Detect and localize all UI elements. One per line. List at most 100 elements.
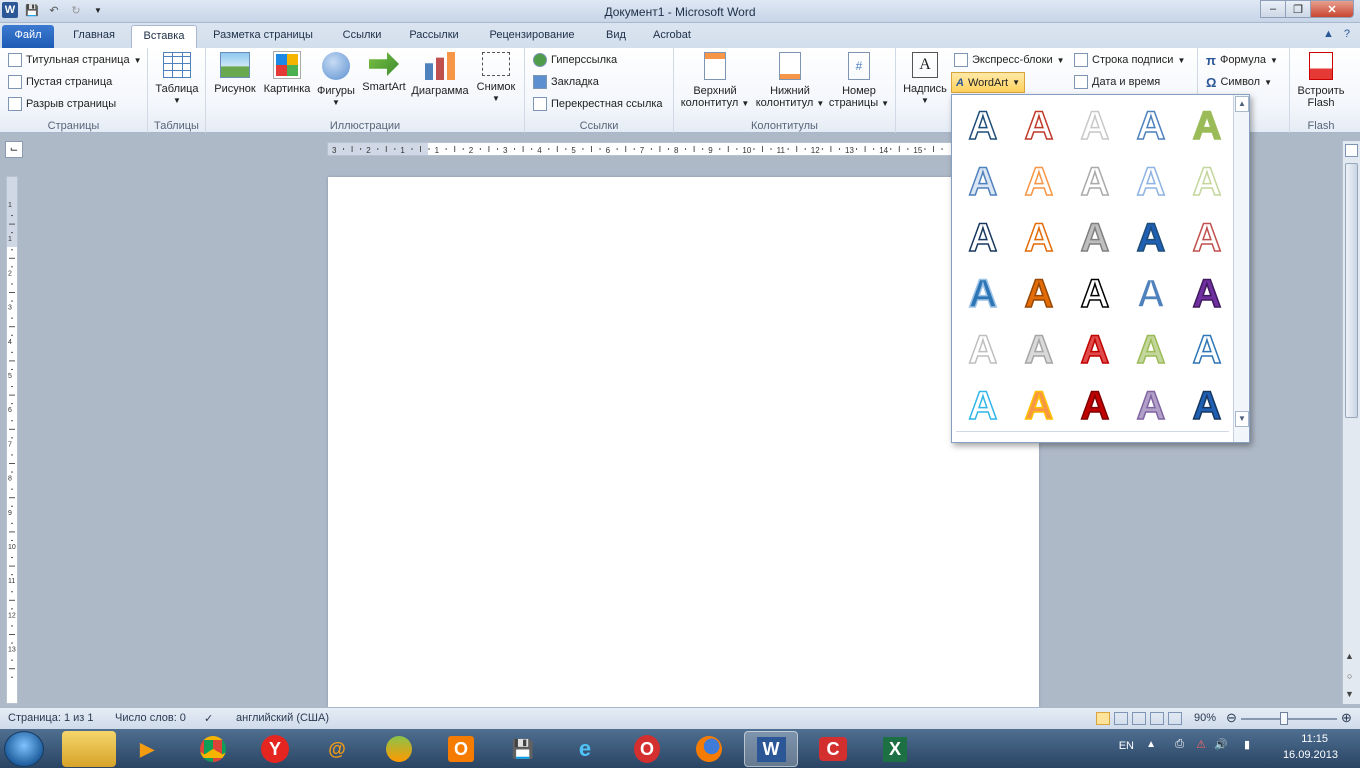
vertical-ruler[interactable]: 1 1 2 3 4 5 6 7 8 9 10 11 12 13	[6, 176, 18, 704]
wordart-style-20[interactable]: A	[1182, 269, 1232, 319]
page-break-button[interactable]: Разрыв страницы	[8, 95, 116, 113]
signature-line-button[interactable]: Строка подписи ▼	[1074, 51, 1185, 69]
wordart-style-6[interactable]: A	[958, 157, 1008, 207]
close-button[interactable]: ✕	[1310, 0, 1354, 18]
page-number-button[interactable]: # Номер страницы ▼	[826, 52, 892, 110]
wordart-style-8[interactable]: A	[1070, 157, 1120, 207]
screenshot-button[interactable]: Снимок ▼	[472, 52, 520, 105]
firefox-icon[interactable]	[682, 731, 736, 767]
wordart-style-13[interactable]: A	[1070, 213, 1120, 263]
wordart-style-1[interactable]: A	[958, 101, 1008, 151]
printer-icon[interactable]: ⎙	[1175, 738, 1184, 751]
wordart-style-18[interactable]: A	[1070, 269, 1120, 319]
wordart-style-10[interactable]: A	[1182, 157, 1232, 207]
wordart-style-23[interactable]: A	[1070, 325, 1120, 375]
document-page[interactable]	[328, 177, 1039, 707]
internet-explorer-icon[interactable]: e	[558, 731, 612, 767]
tab-home[interactable]: Главная	[62, 25, 126, 48]
wordart-style-7[interactable]: A	[1014, 157, 1064, 207]
tab-mailings[interactable]: Рассылки	[400, 25, 468, 48]
full-screen-icon[interactable]	[1114, 712, 1128, 725]
clock-time[interactable]: 11:15	[1301, 733, 1328, 745]
tab-review[interactable]: Рецензирование	[477, 25, 587, 48]
shapes-button[interactable]: Фигуры ▼	[314, 52, 358, 109]
wordart-style-24[interactable]: A	[1126, 325, 1176, 375]
picture-button[interactable]: Рисунок	[212, 52, 258, 95]
next-page-icon[interactable]: ▼	[1345, 689, 1354, 699]
media-player-icon[interactable]: ▶	[120, 731, 174, 767]
wordart-style-30[interactable]: A	[1182, 381, 1232, 431]
footer-button[interactable]: Нижний колонтитул ▼	[754, 52, 826, 110]
gallery-scrollbar[interactable]: ▲ ▼	[1233, 95, 1249, 442]
proofing-icon[interactable]: ✓	[204, 712, 213, 725]
table-button[interactable]: Таблица ▼	[154, 52, 200, 107]
quick-parts-button[interactable]: Экспресс-блоки ▼	[954, 51, 1065, 69]
vertical-scrollbar[interactable]: ▲ ○ ▼	[1342, 141, 1360, 704]
gallery-scroll-down-icon[interactable]: ▼	[1235, 411, 1249, 427]
zoom-in-icon[interactable]: ⊕	[1341, 710, 1352, 726]
tab-acrobat[interactable]: Acrobat	[643, 25, 701, 48]
zoom-slider-handle[interactable]	[1279, 712, 1288, 725]
wordart-style-9[interactable]: A	[1126, 157, 1176, 207]
page-count[interactable]: Страница: 1 из 1	[8, 712, 94, 724]
wordart-style-14[interactable]: A	[1126, 213, 1176, 263]
wordart-style-19[interactable]: A	[1126, 269, 1176, 319]
wordart-style-12[interactable]: A	[1014, 213, 1064, 263]
wordart-style-3[interactable]: A	[1070, 101, 1120, 151]
bookmark-button[interactable]: Закладка	[533, 73, 599, 91]
chart-button[interactable]: Диаграмма	[409, 52, 471, 97]
tab-references[interactable]: Ссылки	[333, 25, 391, 48]
textbox-button[interactable]: A Надпись ▼	[900, 52, 950, 107]
draft-icon[interactable]	[1168, 712, 1182, 725]
odnoklassniki-icon[interactable]: О	[434, 731, 488, 767]
browse-object-icon[interactable]: ○	[1347, 671, 1352, 681]
wordart-style-29[interactable]: A	[1126, 381, 1176, 431]
wordart-style-5[interactable]: A	[1182, 101, 1232, 151]
tab-page-layout[interactable]: Разметка страницы	[202, 25, 324, 48]
ruler-toggle-icon[interactable]	[1345, 144, 1358, 157]
wordart-style-21[interactable]: A	[958, 325, 1008, 375]
wordart-button[interactable]: A WordArt ▼	[951, 72, 1026, 93]
blank-page-button[interactable]: Пустая страница	[8, 73, 112, 91]
start-button[interactable]	[4, 731, 44, 767]
wordart-style-22[interactable]: A	[1014, 325, 1064, 375]
icq-icon[interactable]	[372, 731, 426, 767]
zoom-level[interactable]: 90%	[1194, 712, 1216, 724]
crossref-button[interactable]: Перекрестная ссылка	[533, 95, 663, 113]
explorer-icon[interactable]	[62, 731, 116, 767]
volume-icon[interactable]: 🔊	[1214, 738, 1228, 751]
smartart-button[interactable]: SmartArt	[358, 52, 410, 93]
zoom-out-icon[interactable]: ⊖	[1226, 710, 1237, 726]
word-count[interactable]: Число слов: 0	[115, 712, 186, 724]
word-taskbar-icon[interactable]: W	[744, 731, 798, 767]
web-layout-icon[interactable]	[1132, 712, 1146, 725]
wordart-style-26[interactable]: A	[958, 381, 1008, 431]
wordart-style-15[interactable]: A	[1182, 213, 1232, 263]
horizontal-ruler[interactable]: 3 2 1 1 2 3 4 5 6 7 8 9 10 11 12 13 14 15	[327, 142, 977, 156]
gallery-scroll-up-icon[interactable]: ▲	[1235, 96, 1249, 112]
help-icon[interactable]: ?	[1344, 28, 1350, 40]
chrome-icon[interactable]	[186, 731, 240, 767]
maximize-button[interactable]: ❐	[1285, 0, 1311, 18]
zoom-slider[interactable]	[1241, 718, 1337, 720]
tab-file[interactable]: Файл	[2, 25, 54, 48]
header-button[interactable]: Верхний колонтитул ▼	[678, 52, 752, 110]
wordart-style-16[interactable]: A	[958, 269, 1008, 319]
minimize-ribbon-icon[interactable]: ▲	[1323, 28, 1334, 40]
tab-view[interactable]: Вид	[596, 25, 636, 48]
yandex-icon[interactable]: Y	[248, 731, 302, 767]
scanner-app-icon[interactable]: C	[806, 731, 860, 767]
embed-flash-button[interactable]: Встроить Flash	[1292, 52, 1350, 109]
date-time-button[interactable]: Дата и время	[1074, 73, 1160, 91]
wordart-style-2[interactable]: A	[1014, 101, 1064, 151]
wordart-style-17[interactable]: A	[1014, 269, 1064, 319]
mail-agent-icon[interactable]: @	[310, 731, 364, 767]
scroll-thumb[interactable]	[1345, 163, 1358, 418]
outline-icon[interactable]	[1150, 712, 1164, 725]
language-bar[interactable]: EN	[1119, 740, 1134, 752]
prev-page-icon[interactable]: ▲	[1345, 651, 1354, 661]
tab-insert[interactable]: Вставка	[131, 25, 197, 48]
equation-button[interactable]: π Формула ▼	[1206, 51, 1278, 69]
wordart-style-27[interactable]: A	[1014, 381, 1064, 431]
tab-selector-button[interactable]: ⌙	[5, 141, 23, 158]
